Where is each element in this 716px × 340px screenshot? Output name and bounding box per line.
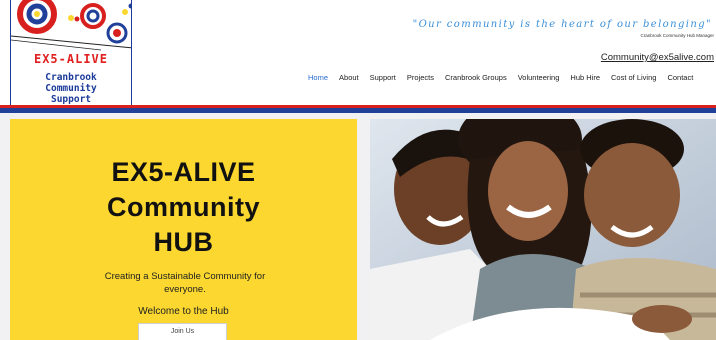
email-link[interactable]: Community@ex5alive.com bbox=[601, 52, 714, 63]
logo-subtitle-line: Community bbox=[45, 83, 97, 94]
nav-item-projects[interactable]: Projects bbox=[407, 73, 434, 82]
join-us-button[interactable]: Join Us bbox=[138, 323, 227, 340]
family-photo bbox=[370, 119, 716, 340]
page: EX5-ALIVE Cranbrook Community Support "O… bbox=[0, 0, 716, 340]
hero-panel: EX5-ALIVE Community HUB Creating a Susta… bbox=[10, 119, 357, 340]
nav-item-about[interactable]: About bbox=[339, 73, 359, 82]
nav-item-contact[interactable]: Contact bbox=[667, 73, 693, 82]
nav-item-home[interactable]: Home bbox=[308, 73, 328, 82]
header-quote: "Our community is the heart of our belon… bbox=[412, 19, 712, 30]
site-header: EX5-ALIVE Cranbrook Community Support "O… bbox=[0, 0, 716, 108]
hero-title-line: EX5-ALIVE bbox=[111, 157, 256, 187]
header-divider-blue bbox=[0, 108, 716, 113]
nav-item-cost-of-living[interactable]: Cost of Living bbox=[611, 73, 656, 82]
nav-item-support[interactable]: Support bbox=[370, 73, 396, 82]
logo-subtitle-line: Support bbox=[50, 94, 92, 105]
hero-title-line: Community bbox=[107, 192, 260, 222]
logo-title: EX5-ALIVE bbox=[33, 52, 109, 66]
hero-subtitle: Creating a Sustainable Community for eve… bbox=[104, 271, 266, 295]
quote-credit: Cranbrook Community Hub Manager bbox=[640, 33, 714, 38]
main-nav: Home About Support Projects Cranbrook Gr… bbox=[308, 73, 704, 82]
hero-title-line: HUB bbox=[153, 227, 214, 257]
nav-item-volunteering[interactable]: Volunteering bbox=[518, 73, 560, 82]
logo-circles-graphic bbox=[11, 0, 131, 51]
welcome-text: Welcome to the Hub bbox=[138, 306, 229, 317]
nav-item-hub-hire[interactable]: Hub Hire bbox=[570, 73, 600, 82]
nav-item-cranbrook-groups[interactable]: Cranbrook Groups bbox=[445, 73, 507, 82]
hero-title: EX5-ALIVE Community HUB bbox=[10, 155, 357, 260]
logo-subtitle: Cranbrook Community Support bbox=[11, 72, 131, 105]
logo-subtitle-line: Cranbrook bbox=[45, 72, 97, 83]
family-photo-illustration bbox=[370, 119, 716, 340]
logo[interactable]: EX5-ALIVE Cranbrook Community Support bbox=[10, 0, 132, 106]
